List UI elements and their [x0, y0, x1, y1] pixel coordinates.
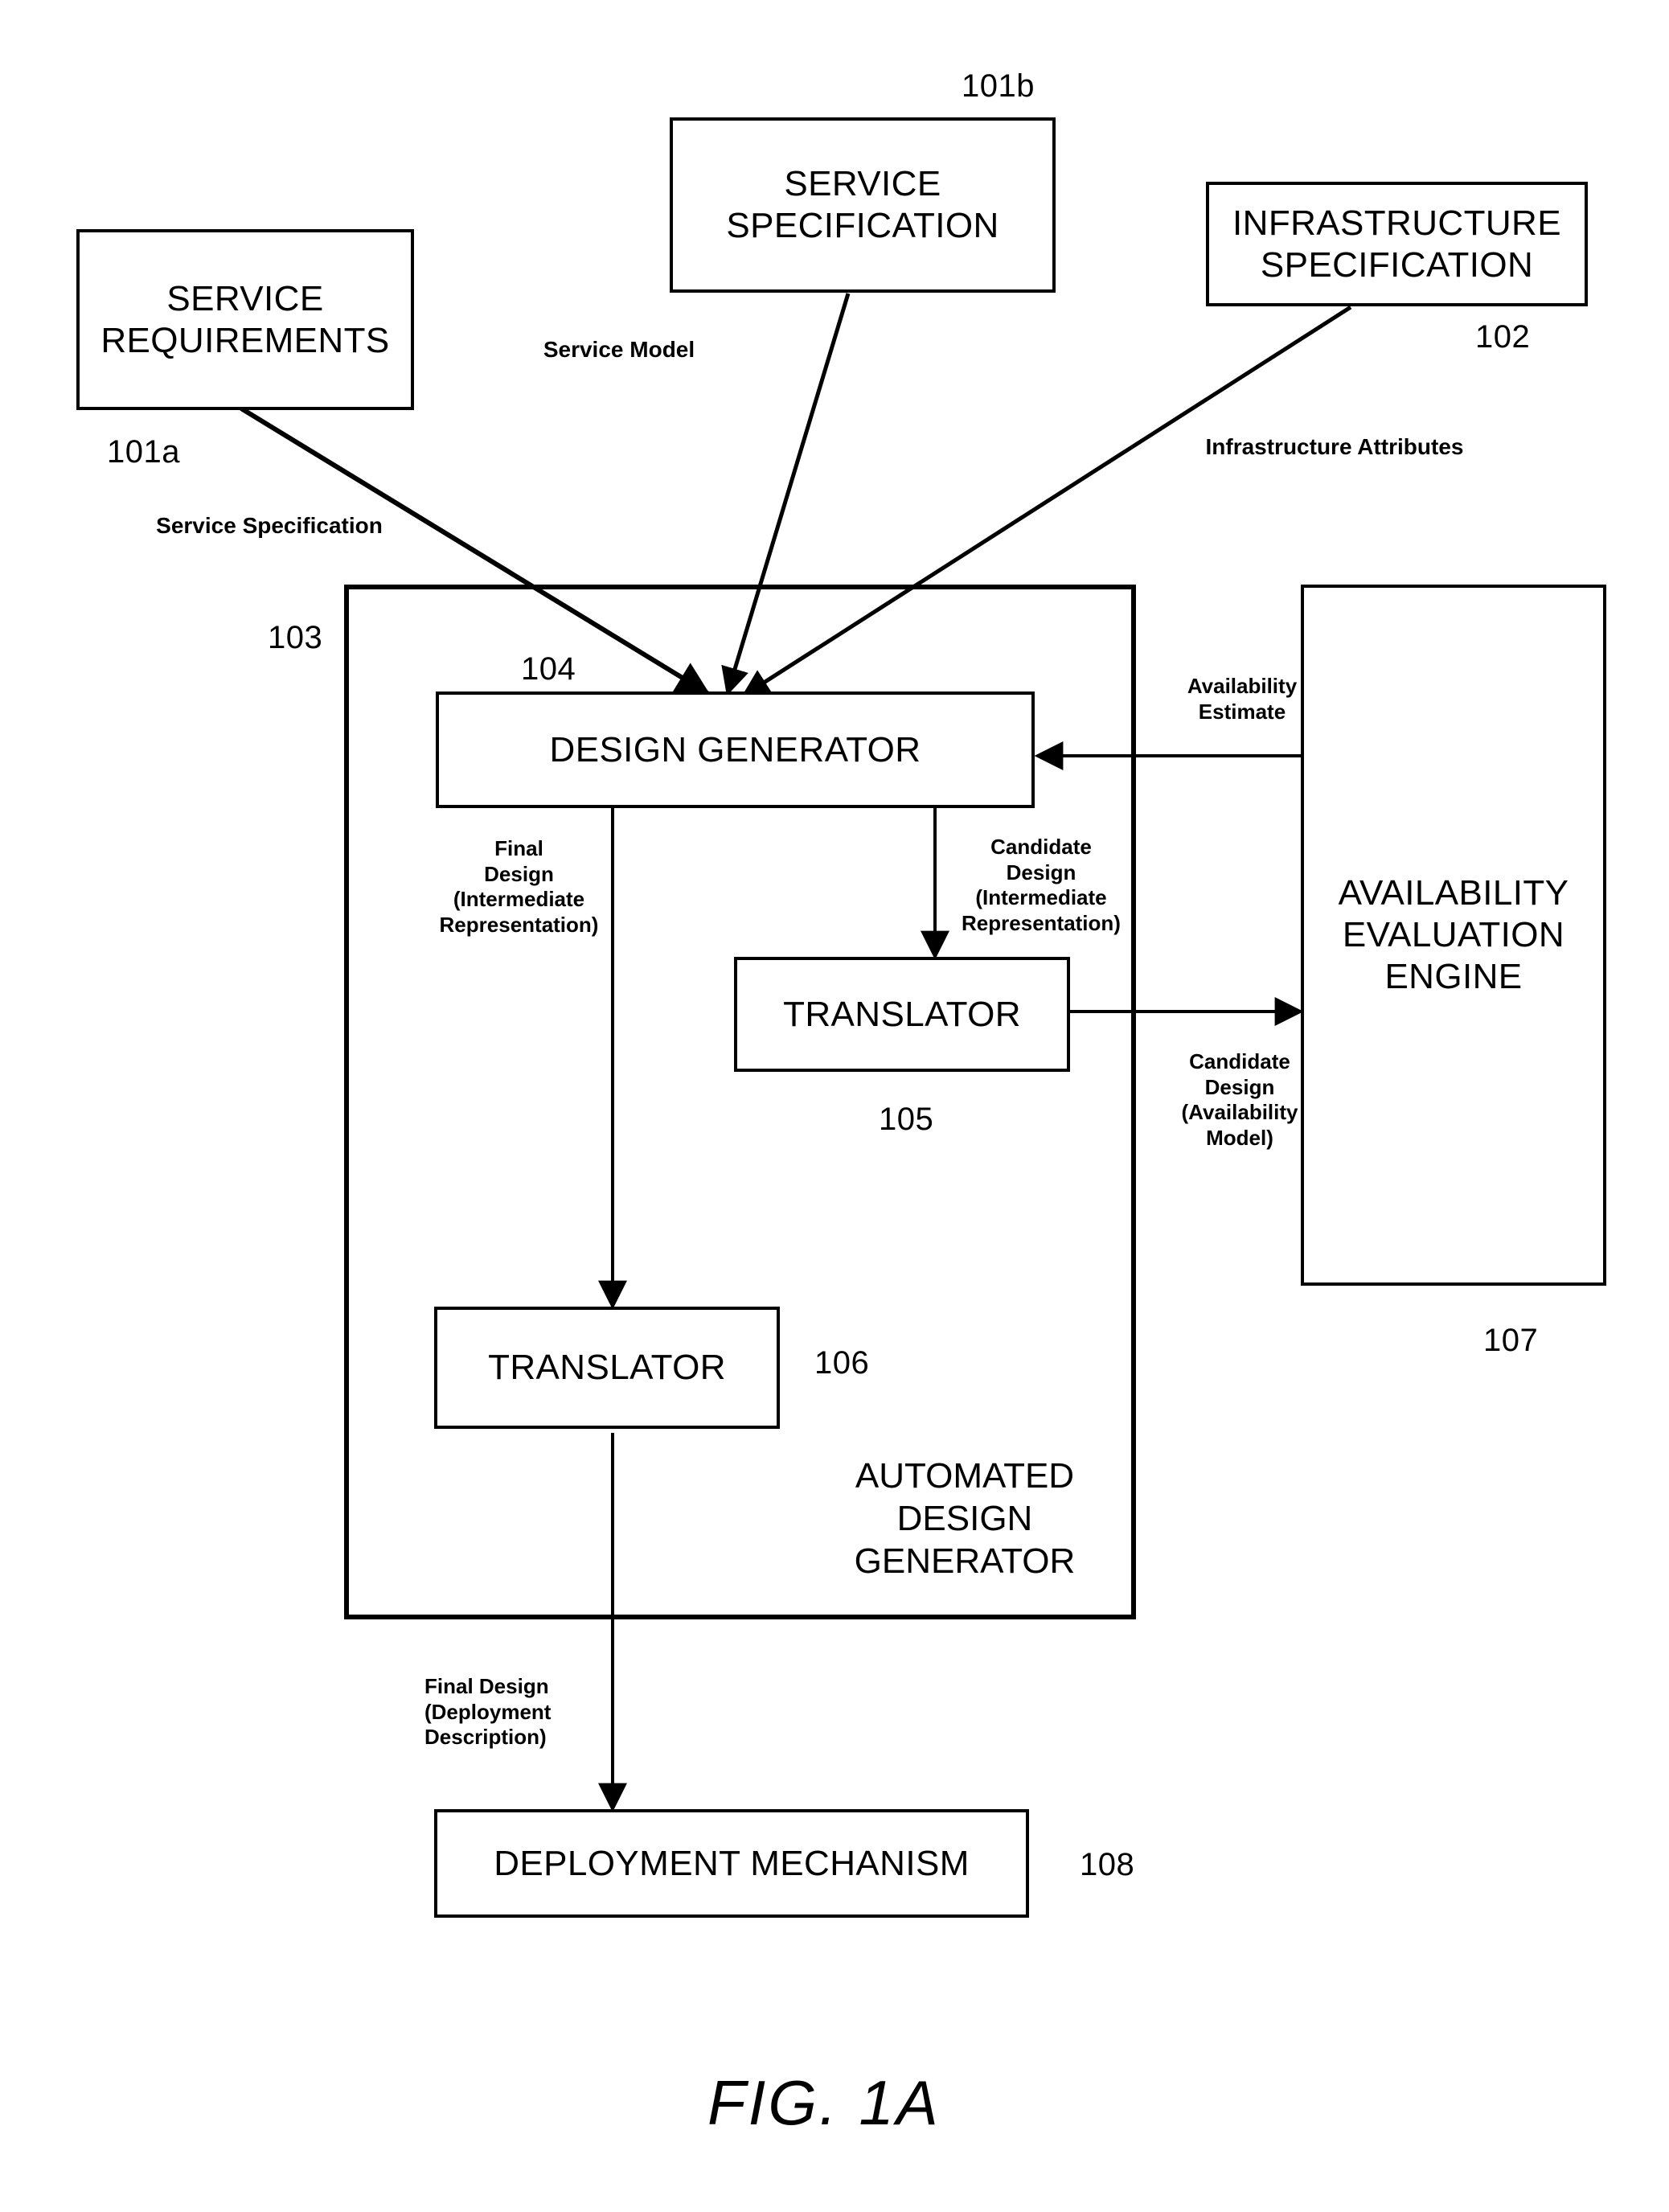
box-availability-evaluation-engine-label: AVAILABILITY EVALUATION ENGINE — [1338, 873, 1569, 996]
ref-101b: 101b — [962, 68, 1035, 104]
box-automated-design-generator-label: AUTOMATED DESIGN GENERATOR — [854, 1456, 1076, 1581]
box-service-requirements-label: SERVICE REQUIREMENTS — [100, 278, 390, 360]
flow-label-infrastructure-attributes: Infrastructure Attributes — [1205, 434, 1464, 459]
ref-101a: 101a — [107, 434, 180, 470]
flow-label-candidate-design-intermediate: Candidate Design (Intermediate Represent… — [962, 835, 1121, 936]
flow-label-service-model: Service Model — [543, 337, 695, 362]
box-service-requirements[interactable]: SERVICE REQUIREMENTS — [76, 229, 414, 410]
flow-label-final-design-intermediate: Final Design (Intermediate Representatio… — [439, 836, 599, 938]
box-deployment-mechanism[interactable]: DEPLOYMENT MECHANISM — [434, 1809, 1029, 1918]
ref-105: 105 — [879, 1102, 934, 1137]
box-infrastructure-specification[interactable]: INFRASTRUCTURE SPECIFICATION — [1206, 182, 1588, 306]
ref-102: 102 — [1475, 319, 1531, 355]
box-service-specification[interactable]: SERVICE SPECIFICATION — [670, 117, 1056, 293]
flow-label-final-design-deployment: Final Design (Deployment Description) — [424, 1674, 552, 1750]
box-deployment-mechanism-label: DEPLOYMENT MECHANISM — [494, 1843, 970, 1883]
figure-caption: FIG. 1A — [707, 2067, 941, 2138]
flow-label-service-specification: Service Specification — [156, 513, 383, 538]
ref-104: 104 — [521, 651, 576, 687]
ref-106: 106 — [814, 1345, 870, 1381]
ref-103: 103 — [268, 620, 323, 655]
box-translator-candidate-label: TRANSLATOR — [783, 994, 1021, 1034]
box-availability-evaluation-engine[interactable]: AVAILABILITY EVALUATION ENGINE — [1301, 585, 1606, 1286]
patent-figure-page: SERVICE REQUIREMENTS 101a SERVICE SPECIF… — [0, 0, 1669, 2212]
box-translator-final-label: TRANSLATOR — [488, 1348, 726, 1388]
box-translator-candidate[interactable]: TRANSLATOR — [734, 957, 1070, 1072]
box-service-specification-label: SERVICE SPECIFICATION — [726, 164, 999, 245]
flow-label-candidate-design-availability: Candidate Design (Availability Model) — [1181, 1049, 1298, 1151]
box-infrastructure-specification-label: INFRASTRUCTURE SPECIFICATION — [1232, 203, 1561, 285]
leader-line-102 — [1439, 307, 1479, 338]
box-design-generator[interactable]: DESIGN GENERATOR — [436, 692, 1035, 808]
ref-107: 107 — [1483, 1323, 1539, 1358]
box-translator-final[interactable]: TRANSLATOR — [434, 1307, 780, 1429]
ref-108: 108 — [1080, 1847, 1135, 1882]
box-design-generator-label: DESIGN GENERATOR — [549, 729, 921, 769]
